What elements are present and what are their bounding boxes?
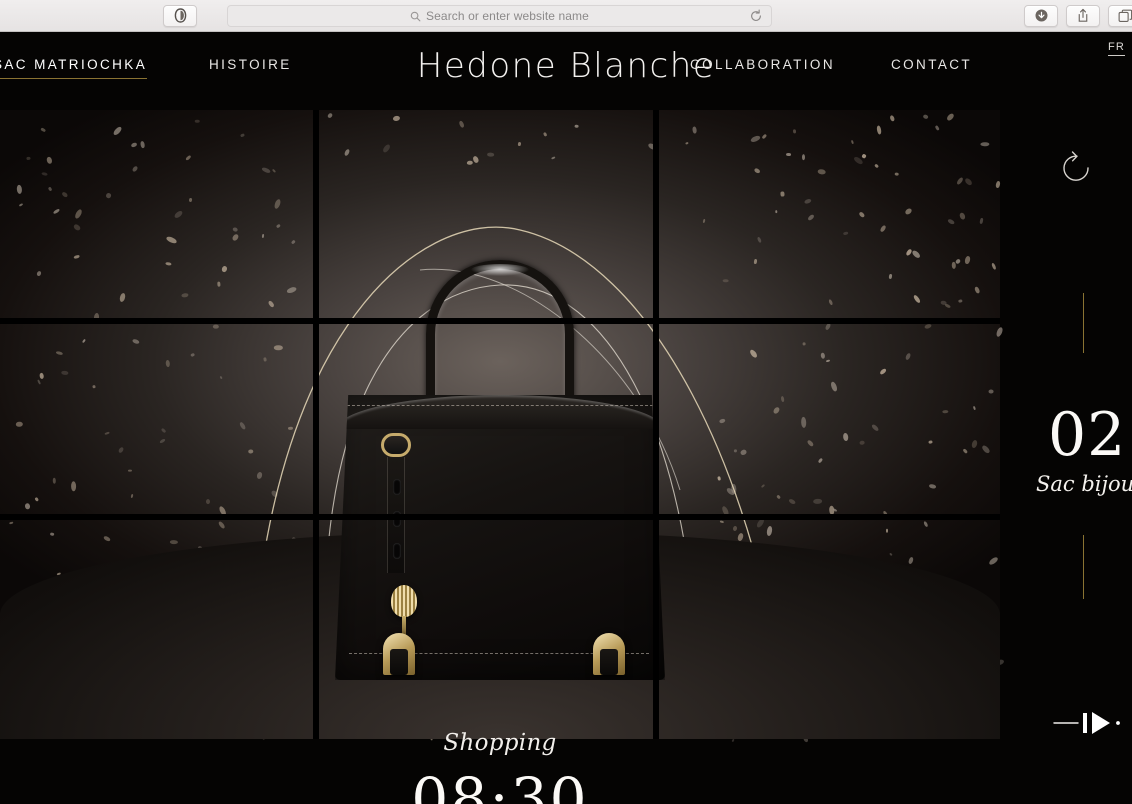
reload-icon[interactable]: [748, 8, 764, 24]
address-bar-content: Search or enter website name: [410, 9, 589, 23]
site-navigation: SAC MATRIOCHKA HISTOIRE Hedone Blanche C…: [0, 32, 1132, 110]
hero-caption: Shopping 08:30 CHARME: [0, 730, 1000, 804]
skip-next-glyph: [1053, 712, 1120, 734]
right-rail: 02 Sac bijou: [1000, 110, 1132, 804]
nav-item-collaboration[interactable]: COLLABORATION: [690, 57, 835, 78]
search-icon: [410, 11, 421, 21]
handbag-top-clasp: [381, 433, 411, 457]
rail-divider-bottom: [1083, 535, 1084, 599]
nav-item-contact[interactable]: CONTACT: [891, 57, 972, 78]
replay-glyph: [1063, 151, 1089, 181]
handbag-body: [335, 395, 665, 680]
hero-product-image[interactable]: Shopping 08:30 CHARME: [0, 110, 1006, 804]
share-icon[interactable]: [1066, 4, 1100, 27]
strap-hole: [393, 479, 401, 495]
shield-privacy-glyph: [174, 8, 186, 23]
rail-divider-top: [1083, 293, 1084, 353]
language-selector[interactable]: FR: [1108, 41, 1126, 56]
downloads-glyph: [1035, 9, 1047, 22]
caption-time: 08:30: [411, 765, 589, 804]
website-viewport: SAC MATRIOCHKA HISTOIRE Hedone Blanche C…: [0, 32, 1132, 804]
strap-hole: [393, 511, 401, 527]
handbag-handle: [426, 260, 574, 408]
slide-number: 02: [1048, 400, 1127, 470]
strap-hole: [393, 543, 401, 559]
slide-label: Sac bijou: [1036, 472, 1132, 496]
handbag-top-edge: [337, 395, 663, 429]
address-bar-placeholder: Search or enter website name: [426, 9, 589, 23]
skip-next-icon[interactable]: [1052, 710, 1132, 736]
handbag-front-strap: [387, 457, 405, 573]
address-bar[interactable]: Search or enter website name: [227, 5, 772, 27]
reload-glyph: [751, 9, 761, 21]
balloon-charm: [391, 585, 417, 638]
tabs-icon[interactable]: [1108, 4, 1132, 27]
browser-toolbar: Search or enter website name: [0, 0, 1132, 32]
handbag-lock-right: [593, 633, 625, 675]
handbag-product: [335, 260, 665, 680]
shield-privacy-icon[interactable]: [163, 4, 197, 27]
handbag-lock-left: [383, 633, 415, 675]
share-glyph: [1078, 8, 1088, 22]
hero-scene-backdrop: [0, 110, 1006, 744]
tabs-glyph: [1118, 9, 1132, 22]
downloads-icon[interactable]: [1024, 4, 1058, 27]
handbag-stitching: [347, 405, 653, 406]
replay-counterclockwise-icon[interactable]: [1056, 146, 1100, 190]
